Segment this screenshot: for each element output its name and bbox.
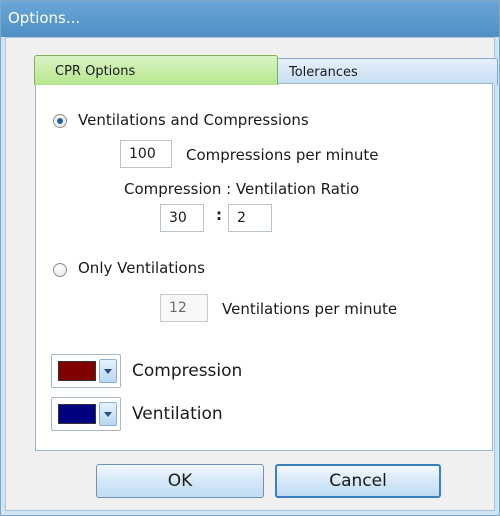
compression-ventilation-ratio-label: Compression : Ventilation Ratio <box>124 180 360 198</box>
tab-cpr-options[interactable]: CPR Options <box>34 55 278 85</box>
tab-tolerances-label: Tolerances <box>289 65 358 80</box>
window-title: Options... <box>8 9 81 27</box>
chevron-down-icon <box>104 412 112 417</box>
ratio-ventilation-input[interactable]: 2 <box>228 204 272 232</box>
ventilation-color-label: Ventilation <box>132 404 223 424</box>
chevron-down-icon <box>104 369 112 374</box>
ventilations-per-minute-label: Ventilations per minute <box>222 300 398 318</box>
only-ventilations-label: Only Ventilations <box>78 259 205 277</box>
ventilations-and-compressions-label: Ventilations and Compressions <box>78 111 309 129</box>
ventilations-per-minute-input[interactable]: 12 <box>160 294 208 322</box>
ventilation-color-swatch <box>58 404 96 424</box>
title-bar[interactable]: Options... <box>1 1 499 37</box>
compression-color-picker[interactable] <box>51 354 121 388</box>
tab-cpr-options-label: CPR Options <box>55 64 136 79</box>
ratio-separator: : <box>216 206 222 224</box>
ventilations-and-compressions-radio[interactable] <box>53 114 67 128</box>
cpr-options-panel: Ventilations and Compressions 100 Compre… <box>35 83 493 451</box>
tab-tolerances[interactable]: Tolerances <box>276 58 498 85</box>
compression-color-swatch <box>58 361 96 381</box>
compressions-per-minute-label: Compressions per minute <box>186 146 379 164</box>
compression-color-label: Compression <box>132 361 243 381</box>
cancel-button[interactable]: Cancel <box>275 464 441 498</box>
ratio-compression-input[interactable]: 30 <box>160 204 204 232</box>
ok-button[interactable]: OK <box>96 464 264 498</box>
compressions-per-minute-input[interactable]: 100 <box>120 140 172 168</box>
options-dialog: Options... CPR Options Tolerances Ventil… <box>0 0 500 516</box>
ventilation-color-dropdown-button[interactable] <box>99 402 117 426</box>
ventilation-color-picker[interactable] <box>51 397 121 431</box>
only-ventilations-radio[interactable] <box>53 263 67 277</box>
compression-color-dropdown-button[interactable] <box>99 359 117 383</box>
